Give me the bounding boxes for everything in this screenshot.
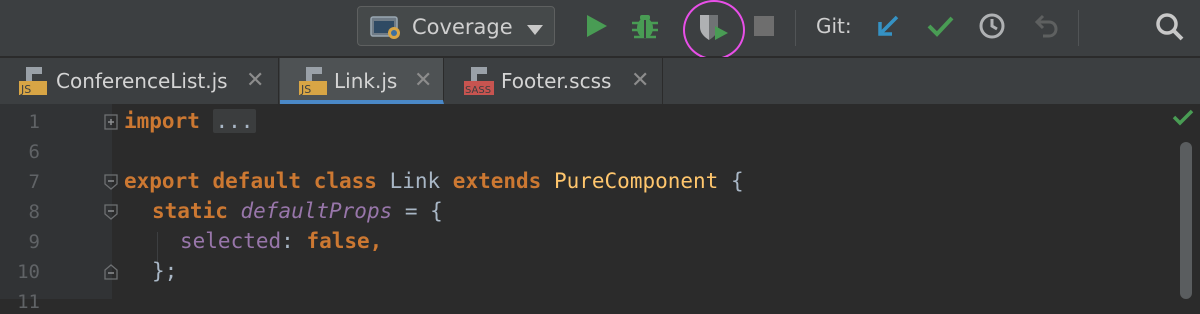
close-icon[interactable]: ✕	[631, 70, 649, 92]
code-line-1: import ...	[124, 108, 257, 134]
static-property: defaultProps	[240, 199, 393, 223]
fold-collapse-icon[interactable]	[104, 174, 118, 194]
commit-check-icon	[926, 12, 954, 40]
editor-tab-bar: JS ConferenceList.js ✕ JS Link.js ✕ SASS…	[0, 57, 1200, 104]
line-number: 10	[17, 261, 40, 283]
closing-brace: };	[152, 259, 178, 283]
history-clock-icon	[978, 12, 1006, 40]
line-number: 6	[28, 141, 40, 163]
line-number: 11	[17, 291, 40, 313]
code-editor[interactable]: 1 6 7 8 9 10 11 import ... export defaul…	[0, 104, 1200, 313]
fold-collapse-icon[interactable]	[104, 204, 118, 224]
tab-link-js[interactable]: JS Link.js ✕	[280, 58, 444, 104]
run-configuration-label: Coverage	[412, 15, 513, 39]
javascript-file-icon: JS	[18, 66, 52, 100]
keyword: false	[306, 229, 370, 253]
run-configuration-icon	[370, 15, 404, 45]
svg-text:JS: JS	[20, 83, 31, 96]
git-commit-button[interactable]	[926, 12, 954, 40]
keyword: export	[124, 169, 200, 193]
object-key: selected	[180, 229, 282, 253]
git-rollback-button[interactable]	[1031, 12, 1059, 40]
stop-button[interactable]	[752, 14, 780, 42]
rollback-icon	[1031, 12, 1059, 40]
keyword: default	[212, 169, 302, 193]
tab-conferencelist-js[interactable]: JS ConferenceList.js ✕	[0, 58, 279, 104]
run-with-coverage-button[interactable]	[697, 12, 731, 40]
run-configuration-dropdown[interactable]: Coverage	[357, 6, 555, 46]
close-icon[interactable]: ✕	[414, 70, 432, 92]
line-number-gutter: 1 6 7 8 9 10 11	[0, 104, 118, 313]
run-button[interactable]	[582, 12, 610, 40]
brace: {	[718, 169, 744, 193]
assignment: = {	[392, 199, 443, 223]
tab-label: Link.js	[334, 69, 398, 93]
code-line-10: };	[152, 258, 177, 284]
line-number: 9	[28, 231, 40, 253]
keyword: class	[313, 169, 377, 193]
stop-icon	[752, 14, 780, 38]
svg-text:JS: JS	[300, 83, 311, 96]
superclass-name: PureComponent	[553, 169, 719, 193]
javascript-file-icon: JS	[298, 66, 332, 100]
coverage-shield-icon	[697, 12, 731, 42]
play-icon	[582, 12, 610, 40]
vertical-scrollbar[interactable]	[1180, 142, 1192, 299]
sass-file-icon: SASS	[463, 66, 497, 100]
comma: ,	[369, 229, 383, 253]
class-name: Link	[389, 169, 441, 193]
debug-button[interactable]	[631, 12, 659, 40]
colon: :	[281, 229, 307, 253]
keyword: extends	[452, 169, 542, 193]
keyword: static	[152, 199, 228, 223]
git-history-button[interactable]	[978, 12, 1006, 40]
collapsed-imports-placeholder[interactable]: ...	[212, 109, 257, 133]
search-icon	[1155, 12, 1184, 42]
line-number: 1	[28, 111, 40, 133]
line-number: 7	[28, 171, 40, 193]
tab-footer-scss[interactable]: SASS Footer.scss ✕	[445, 58, 663, 104]
toolbar-separator	[1078, 10, 1079, 46]
chevron-down-icon	[526, 21, 544, 40]
git-update-button[interactable]	[874, 12, 902, 40]
svg-text:SASS: SASS	[465, 85, 491, 96]
git-label: Git:	[816, 14, 852, 38]
search-button[interactable]	[1155, 12, 1184, 42]
close-icon[interactable]: ✕	[246, 70, 264, 92]
tab-label: Footer.scss	[501, 69, 612, 93]
bug-icon	[631, 12, 659, 40]
line-number: 8	[28, 201, 40, 223]
code-line-7: export default class Link extends PureCo…	[124, 168, 744, 194]
inspection-ok-check-icon[interactable]	[1172, 108, 1194, 130]
toolbar-separator	[795, 10, 796, 46]
fold-end-icon[interactable]	[104, 264, 118, 284]
code-line-9: selected: false,	[180, 228, 382, 254]
code-line-8: static defaultProps = {	[152, 198, 443, 224]
update-project-arrow-icon	[874, 12, 902, 40]
fold-expand-icon[interactable]	[104, 114, 118, 134]
tab-label: ConferenceList.js	[56, 69, 228, 93]
keyword: import	[124, 109, 200, 133]
main-toolbar: Coverage Git:	[0, 0, 1200, 60]
